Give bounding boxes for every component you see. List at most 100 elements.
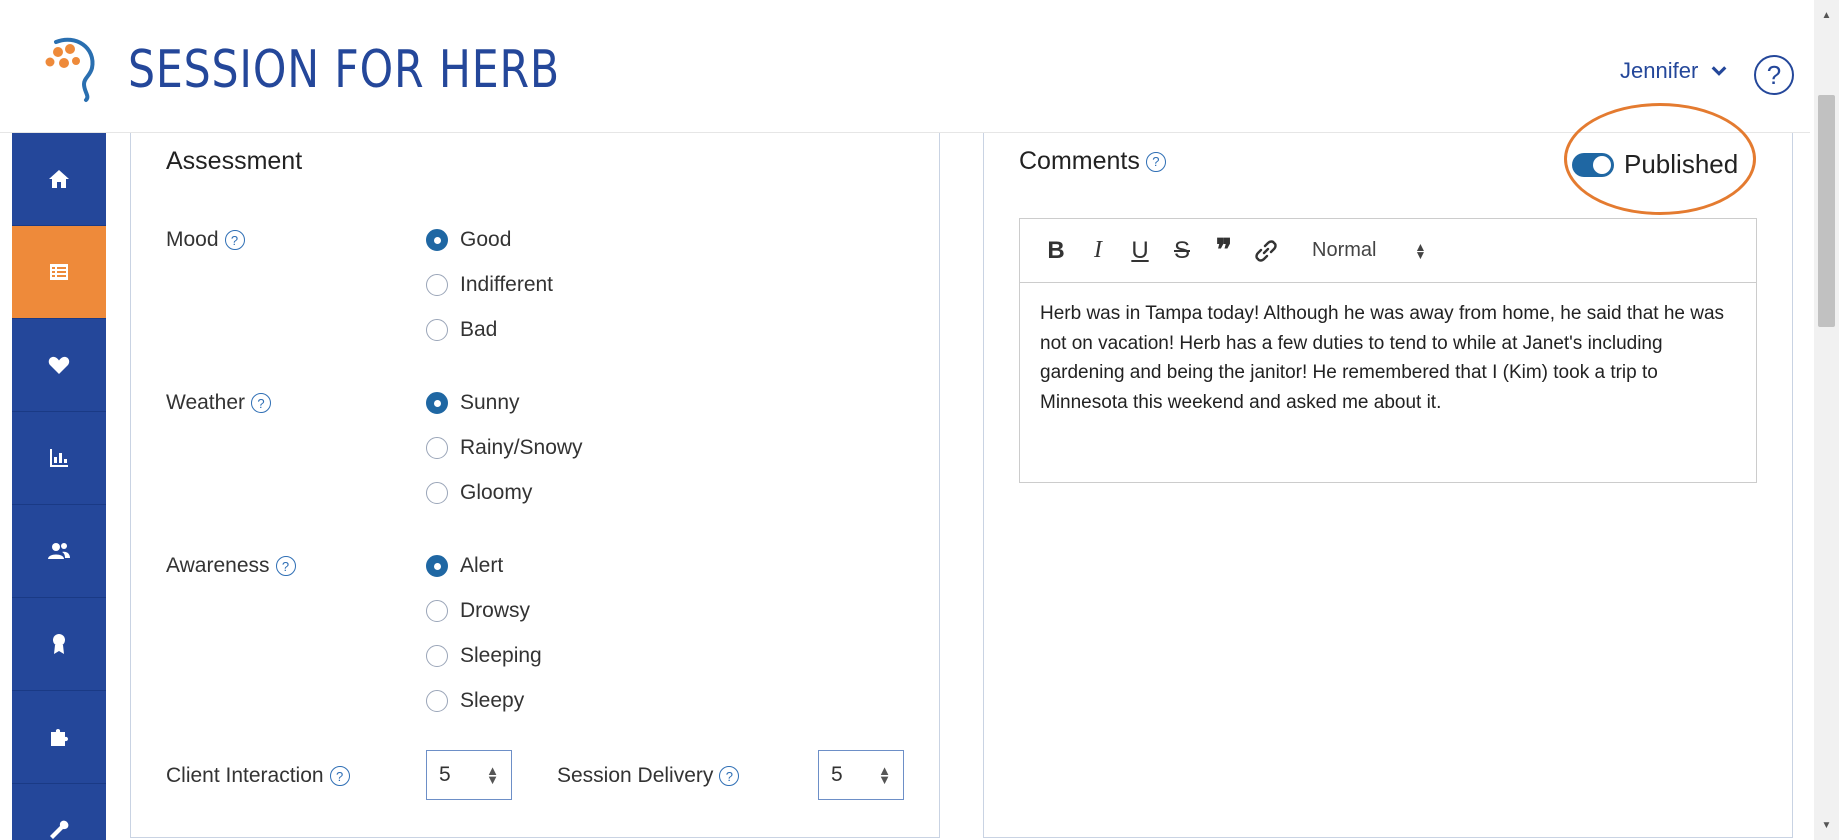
sort-arrows-icon: ▲ ▼ [1414,239,1427,262]
mood-help-icon[interactable]: ? [224,230,245,250]
comments-title-text: Comments [1019,147,1140,175]
page-scrollbar[interactable]: ▲ ▼ [1814,0,1839,840]
user-menu[interactable]: Jennifer [1620,58,1728,84]
mood-option-good[interactable]: Good [426,228,511,252]
client-interaction-select[interactable]: 5 ▲ ▼ [426,750,512,800]
sidebar-item-sessions[interactable] [12,226,106,319]
radio-icon [426,555,448,577]
link-button[interactable] [1252,237,1280,265]
session-delivery-select[interactable]: 5 ▲ ▼ [818,750,904,800]
help-button[interactable]: ? [1754,55,1794,95]
awareness-label-text: Awareness [166,554,270,577]
sidebar-item-activities[interactable] [12,691,106,784]
sidebar-item-people[interactable] [12,505,106,598]
mood-label-text: Mood [166,228,219,251]
editor-toolbar: B I U S ❞ Normal ▲ ▼ [1020,219,1756,283]
option-label: Drowsy [460,599,531,622]
bar-chart-icon [50,449,68,467]
published-toggle[interactable]: Published [1572,149,1738,180]
option-label: Sleepy [460,689,525,712]
heart-icon [48,356,70,374]
sidebar-item-health[interactable] [12,319,106,412]
radio-icon [426,600,448,622]
radio-icon [426,274,448,296]
scroll-up-icon[interactable]: ▲ [1814,4,1839,26]
sort-arrows-icon: ▲ ▼ [486,763,499,787]
option-label: Bad [460,318,498,341]
awareness-option-drowsy[interactable]: Drowsy [426,599,530,623]
wrench-icon [50,820,69,839]
chevron-down-icon [1711,66,1727,76]
page-title: SESSION FOR HERB [128,40,561,100]
sidebar-item-achievements[interactable] [12,598,106,691]
award-icon [53,634,65,654]
link-icon [1255,239,1277,262]
help-icon: ? [1766,59,1782,90]
awareness-help-icon[interactable]: ? [275,556,296,576]
quote-button[interactable]: ❞ [1210,234,1238,267]
radio-icon [426,319,448,341]
option-label: Alert [460,554,504,577]
mood-label: Mood? [166,228,245,252]
comments-title: Comments? [1019,147,1166,176]
select-value: 5 [439,763,451,786]
user-name: Jennifer [1620,58,1699,83]
puzzle-icon [51,729,68,746]
awareness-option-alert[interactable]: Alert [426,554,503,578]
list-icon [50,264,68,280]
format-select[interactable]: Normal ▲ ▼ [1312,239,1426,262]
sidebar-item-settings[interactable] [12,784,106,840]
client-interaction-label-text: Client Interaction [166,764,324,787]
session-delivery-label-text: Session Delivery [557,764,714,787]
comment-text[interactable]: Herb was in Tampa today! Although he was… [1020,283,1756,433]
option-label: Sleeping [460,644,542,667]
option-label: Rainy/Snowy [460,436,583,459]
radio-icon [426,690,448,712]
weather-option-rainy-snowy[interactable]: Rainy/Snowy [426,436,583,460]
weather-option-sunny[interactable]: Sunny [426,391,520,415]
radio-icon [426,645,448,667]
sidebar-nav [12,133,106,840]
assessment-title: Assessment [166,147,303,175]
underline-button[interactable]: U [1126,237,1154,265]
client-interaction-help-icon[interactable]: ? [329,766,350,786]
comment-editor: B I U S ❞ Normal ▲ ▼ Herb was in Tampa to… [1019,218,1757,483]
home-icon [49,170,69,188]
logo-icon [45,37,95,102]
radio-icon [426,482,448,504]
sidebar-item-home[interactable] [12,133,106,226]
select-value: 5 [831,763,843,786]
option-label: Good [460,228,512,251]
sidebar-item-reports[interactable] [12,412,106,505]
weather-option-gloomy[interactable]: Gloomy [426,481,532,505]
app-header: SESSION FOR HERB Jennifer ? [0,0,1810,133]
mood-option-bad[interactable]: Bad [426,318,497,342]
weather-label-text: Weather [166,391,245,414]
comments-help-icon[interactable]: ? [1145,151,1166,172]
client-interaction-label: Client Interaction? [166,764,350,788]
scroll-thumb[interactable] [1818,95,1835,327]
italic-button[interactable]: I [1084,237,1112,265]
sort-arrows-icon: ▲ ▼ [878,763,891,787]
option-label: Sunny [460,391,520,414]
mood-option-indifferent[interactable]: Indifferent [426,273,553,297]
users-icon [48,543,70,559]
bold-button[interactable]: B [1042,237,1070,265]
session-delivery-label: Session Delivery? [557,764,740,788]
radio-icon [426,392,448,414]
weather-label: Weather? [166,391,271,415]
toggle-switch[interactable] [1572,152,1614,177]
radio-icon [426,437,448,459]
option-label: Gloomy [460,481,533,504]
radio-icon [426,229,448,251]
strikethrough-button[interactable]: S [1168,237,1196,265]
awareness-label: Awareness? [166,554,296,578]
weather-help-icon[interactable]: ? [251,393,271,413]
awareness-option-sleepy[interactable]: Sleepy [426,689,524,713]
scroll-down-icon[interactable]: ▼ [1814,814,1839,836]
published-label: Published [1624,149,1739,179]
session-delivery-help-icon[interactable]: ? [719,766,740,786]
comments-panel: Comments? Published B I U S ❞ Normal ▲ ▼ … [983,103,1793,838]
awareness-option-sleeping[interactable]: Sleeping [426,644,542,668]
option-label: Indifferent [460,273,554,296]
